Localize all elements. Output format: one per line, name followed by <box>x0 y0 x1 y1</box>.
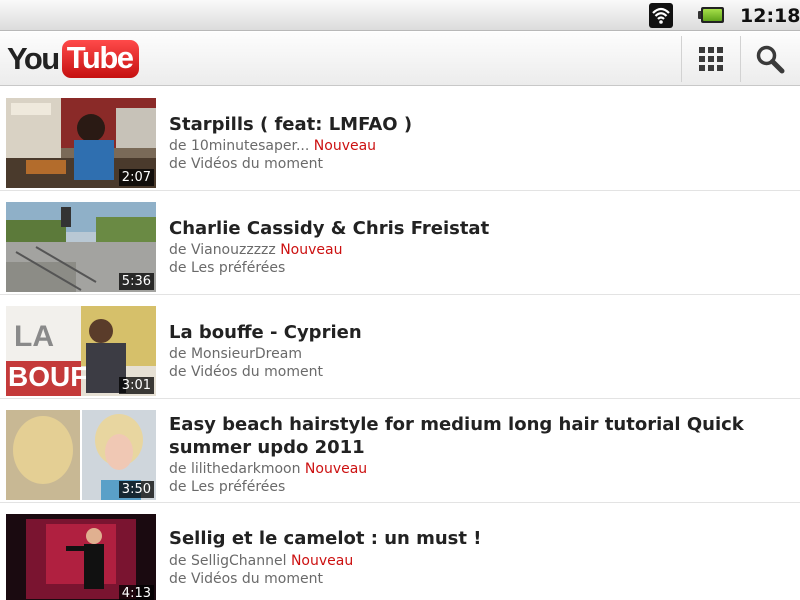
video-category: de Vidéos du moment <box>169 364 323 380</box>
video-category: de Les préférées <box>169 479 286 495</box>
video-uploader: de MonsieurDream <box>169 346 302 362</box>
svg-text:BOUF: BOUF <box>8 361 87 392</box>
video-category: de Vidéos du moment <box>169 156 323 172</box>
youtube-logo[interactable]: You Tube <box>7 39 139 79</box>
search-button[interactable] <box>741 32 799 86</box>
video-duration: 3:01 <box>118 377 154 394</box>
video-uploader-line: de SelligChannel Nouveau <box>169 552 353 570</box>
new-badge: Nouveau <box>280 242 343 258</box>
wifi-icon <box>649 3 673 28</box>
video-item[interactable]: 4:13 Sellig et le camelot : un must ! de… <box>0 503 800 600</box>
logo-you-text: You <box>7 41 60 76</box>
video-uploader-line: de lilithedarkmoon Nouveau <box>169 460 367 478</box>
new-badge: Nouveau <box>290 553 354 569</box>
svg-text:LA: LA <box>14 320 54 353</box>
video-thumbnail[interactable]: 4:13 <box>6 514 156 600</box>
video-thumbnail[interactable]: 3:50 <box>6 410 156 500</box>
new-badge: Nouveau <box>313 138 377 154</box>
video-category: de Les préférées <box>169 260 286 276</box>
new-badge: Nouveau <box>304 461 368 477</box>
search-icon <box>756 45 785 74</box>
grid-button[interactable] <box>682 32 740 86</box>
logo-tube-text: Tube <box>61 40 139 78</box>
video-title[interactable]: Easy beach hairstyle for medium long hai… <box>169 413 779 459</box>
status-clock: 12:18 <box>740 5 800 27</box>
video-category: de Vidéos du moment <box>169 571 323 587</box>
status-bar: 12:18 <box>0 0 800 31</box>
video-item[interactable]: 3:50 Easy beach hairstyle for medium lon… <box>0 399 800 503</box>
video-duration: 4:13 <box>118 585 154 600</box>
video-uploader: de Vianouzzzzz <box>169 242 276 258</box>
grid-icon <box>699 47 723 71</box>
video-duration: 5:36 <box>118 273 154 290</box>
video-duration: 3:50 <box>118 481 154 498</box>
video-title[interactable]: Charlie Cassidy & Chris Freistat <box>169 217 779 240</box>
video-title[interactable]: La bouffe - Cyprien <box>169 321 779 344</box>
video-thumbnail[interactable]: LA BOUF 3:01 <box>6 306 156 396</box>
video-uploader: de 10minutesaper... <box>169 138 310 154</box>
battery-icon <box>698 7 724 23</box>
video-item[interactable]: 2:07 Starpills ( feat: LMFAO ) de 10minu… <box>0 87 800 191</box>
video-duration: 2:07 <box>118 169 154 186</box>
video-thumbnail[interactable]: 5:36 <box>6 202 156 292</box>
video-uploader-line: de 10minutesaper... Nouveau <box>169 137 376 155</box>
video-item[interactable]: 5:36 Charlie Cassidy & Chris Freistat de… <box>0 191 800 295</box>
video-title[interactable]: Sellig et le camelot : un must ! <box>169 527 779 550</box>
video-item[interactable]: LA BOUF 3:01 La bouffe - Cyprien de Mons… <box>0 295 800 399</box>
action-bar: You Tube <box>0 32 800 86</box>
video-uploader-line: de Vianouzzzzz Nouveau <box>169 241 342 259</box>
video-title[interactable]: Starpills ( feat: LMFAO ) <box>169 113 779 136</box>
video-uploader: de lilithedarkmoon <box>169 461 301 477</box>
video-thumbnail[interactable]: 2:07 <box>6 98 156 188</box>
video-uploader: de SelligChannel <box>169 553 287 569</box>
video-uploader-line: de MonsieurDream <box>169 345 302 363</box>
